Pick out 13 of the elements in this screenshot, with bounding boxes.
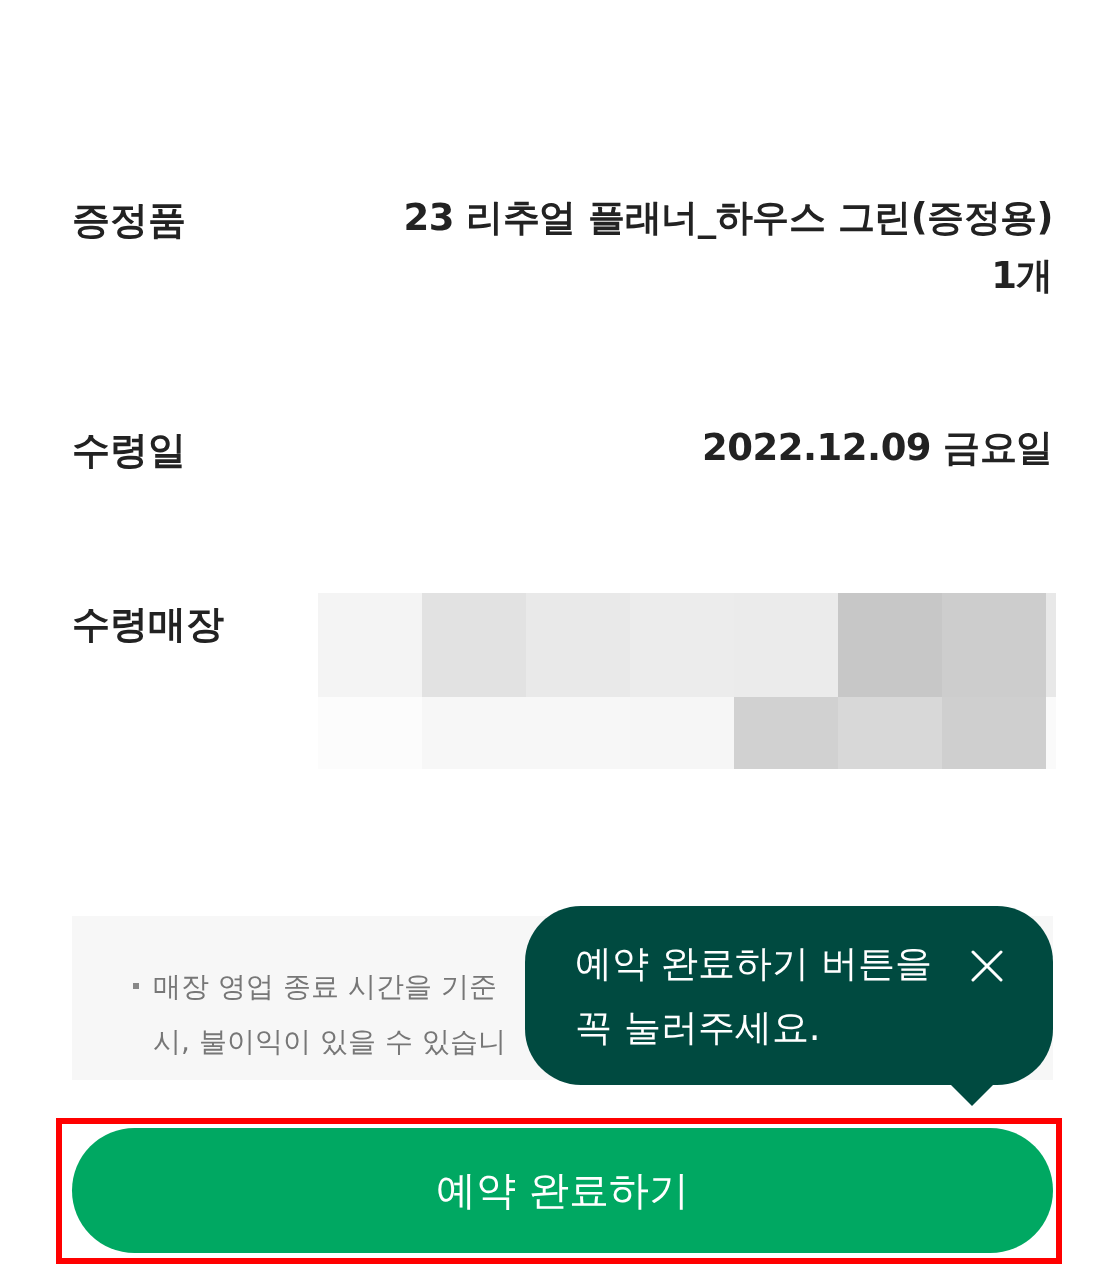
row-label: 수령일 <box>72 427 186 474</box>
row-value: 1개 <box>991 253 1053 299</box>
notice-text: 매장 영업 종료 시간을 기준 <box>153 968 497 1005</box>
close-button[interactable] <box>971 950 1003 982</box>
tooltip-text: 예약 완료하기 버튼을 꼭 눌러주세요. <box>575 941 933 1051</box>
notice-text: 시, 불이익이 있을 수 있습니 <box>153 1023 506 1060</box>
bullet-icon <box>133 983 139 989</box>
close-icon <box>971 950 1003 982</box>
row-value: 2022.12.09 금요일 <box>702 425 1053 471</box>
row-value: 23 리추얼 플래너_하우스 그린(증정용) <box>403 195 1053 241</box>
row-label: 증정품 <box>72 197 186 244</box>
complete-reservation-button[interactable]: 예약 완료하기 <box>72 1128 1053 1253</box>
row-label: 수령매장 <box>72 601 224 648</box>
